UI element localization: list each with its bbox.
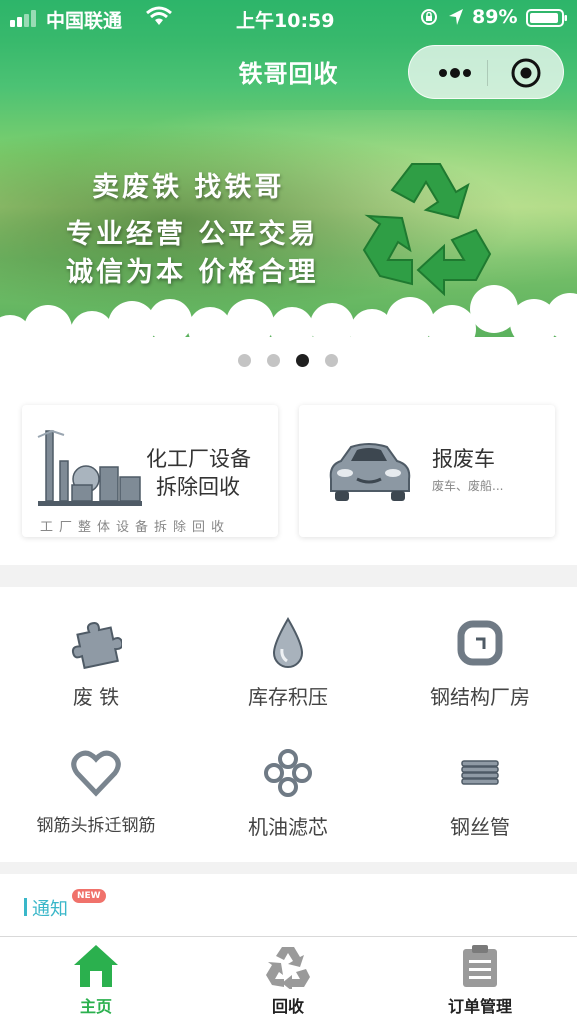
carrier-name: 中国联通 <box>46 10 123 32</box>
capsule-divider <box>487 60 488 86</box>
close-target-icon[interactable] <box>510 57 542 89</box>
factory-card-subtitle: 工厂整体设备拆除回收 <box>40 520 231 535</box>
banner-pager <box>0 345 577 397</box>
bottom-tab-bar: 主页 回收 订单管理 <box>0 936 577 1024</box>
clipboard-icon <box>463 945 497 987</box>
notice-section[interactable]: 通知 NEW <box>0 874 577 936</box>
home-icon <box>74 945 118 987</box>
signal-icon <box>10 10 36 27</box>
banner-clouds <box>0 285 577 345</box>
tab-label: 回收 <box>271 997 304 1016</box>
tab-label: 主页 <box>79 997 112 1016</box>
recycle-logo-icon <box>362 163 492 297</box>
clock-time: 上午10:59 <box>236 10 335 32</box>
category-rebar[interactable]: 钢筋头拆迁钢筋 <box>0 747 192 836</box>
category-scrap-iron[interactable]: 废 铁 <box>0 617 192 710</box>
mini-program-capsule <box>408 45 564 99</box>
heart-icon <box>71 750 121 797</box>
tab-home[interactable]: 主页 <box>36 943 156 1017</box>
category-oil-filter[interactable]: 机油滤芯 <box>192 747 384 840</box>
car-icon <box>329 443 411 501</box>
new-badge: NEW <box>72 889 106 903</box>
status-bar: 中国联通 上午10:59 89% <box>0 0 577 36</box>
battery-percent: 89% <box>472 6 518 28</box>
category-label: 废 铁 <box>72 685 120 709</box>
orientation-lock-icon <box>421 9 437 25</box>
category-wire-pipe[interactable]: 钢丝管 <box>384 747 576 840</box>
category-steel-structure[interactable]: 钢结构厂房 <box>384 617 576 710</box>
recycle-icon <box>266 947 310 989</box>
notice-label: 通知 <box>32 899 68 920</box>
factory-service-card[interactable]: 化工厂设备 拆除回收 工厂整体设备拆除回收 <box>22 405 278 537</box>
clover-icon <box>264 749 312 797</box>
battery-icon <box>526 9 567 27</box>
square-ring-icon <box>457 620 503 666</box>
header-banner-area: 中国联通 上午10:59 89% 铁哥回收 卖废铁 找铁哥 专业经营 公平交易 … <box>0 0 577 345</box>
pager-dot[interactable] <box>238 354 251 367</box>
pager-dot-active[interactable] <box>296 354 309 367</box>
tab-orders[interactable]: 订单管理 <box>420 943 540 1017</box>
more-dots-icon[interactable] <box>429 59 481 87</box>
tab-label: 订单管理 <box>447 997 512 1016</box>
category-overstock[interactable]: 库存积压 <box>192 617 384 710</box>
scrap-car-subtitle: 废车、废船... <box>432 479 504 493</box>
puzzle-icon <box>71 622 122 669</box>
pager-dot[interactable] <box>267 354 280 367</box>
location-icon <box>449 9 463 25</box>
factory-icon <box>37 429 142 506</box>
category-label: 库存积压 <box>248 685 328 709</box>
category-label: 钢筋头拆迁钢筋 <box>36 816 156 836</box>
pager-dot[interactable] <box>325 354 338 367</box>
drop-icon <box>272 617 304 668</box>
service-cards: 化工厂设备 拆除回收 工厂整体设备拆除回收 报废车 废车、废船... <box>0 397 577 565</box>
category-grid: 废 铁 库存积压 钢结构厂房 钢筋头拆迁钢筋 机油滤芯 钢丝管 <box>0 587 577 862</box>
wifi-icon <box>146 6 172 25</box>
banner-slogan-line3: 诚信为本 价格合理 <box>66 257 319 288</box>
factory-card-title-line1: 化工厂设备 <box>146 447 251 471</box>
scrap-car-card[interactable]: 报废车 废车、废船... <box>299 405 555 537</box>
category-label: 机油滤芯 <box>248 815 328 839</box>
banner-slogan-line2: 专业经营 公平交易 <box>66 219 319 250</box>
coil-icon <box>461 760 499 785</box>
category-label: 钢丝管 <box>450 815 510 839</box>
scrap-car-title: 报废车 <box>432 447 495 471</box>
tab-recycle[interactable]: 回收 <box>228 943 348 1017</box>
banner-slogan-line1: 卖废铁 找铁哥 <box>92 172 285 203</box>
notice-accent-bar <box>24 898 27 916</box>
factory-card-title-line2: 拆除回收 <box>156 475 240 499</box>
category-label: 钢结构厂房 <box>430 685 530 709</box>
